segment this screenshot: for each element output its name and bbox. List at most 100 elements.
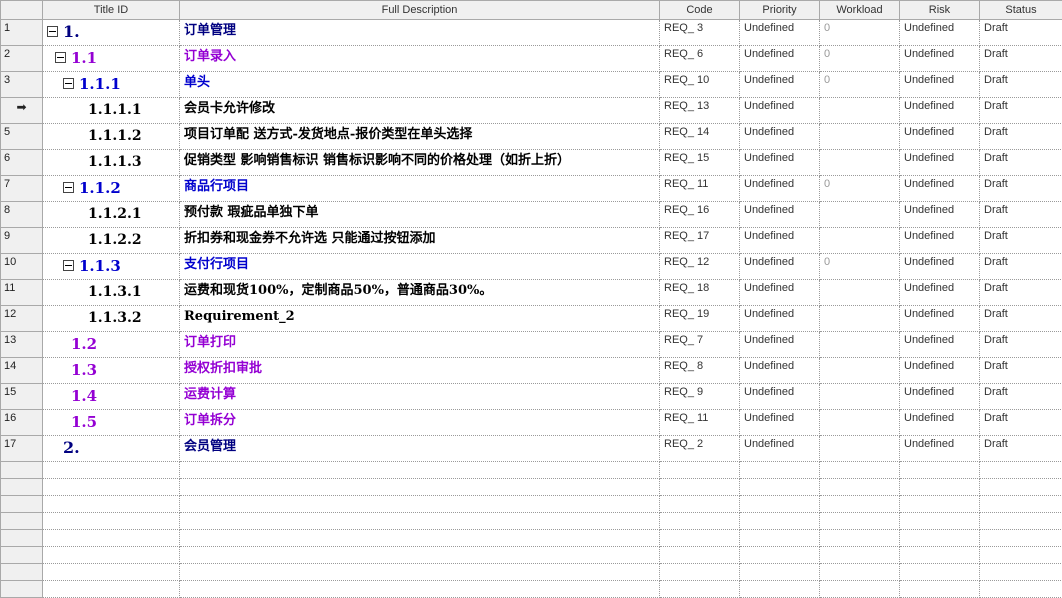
priority-cell[interactable]: Undefined xyxy=(740,228,820,254)
status-cell[interactable]: Draft xyxy=(980,98,1062,124)
row-number[interactable]: 13 xyxy=(1,332,43,358)
description-cell[interactable]: 订单打印 xyxy=(180,332,660,358)
title-id-cell[interactable]: 1.1 xyxy=(43,46,180,72)
code-cell[interactable]: REQ_ 18 xyxy=(660,280,740,306)
code-cell[interactable] xyxy=(660,581,740,598)
priority-cell[interactable]: Undefined xyxy=(740,98,820,124)
table-row[interactable]: 11.订单管理REQ_ 3Undefined0UndefinedDraft xyxy=(1,20,1062,46)
workload-cell[interactable] xyxy=(820,547,900,564)
workload-cell[interactable] xyxy=(820,496,900,513)
workload-cell[interactable] xyxy=(820,581,900,598)
title-id-header[interactable]: Title ID xyxy=(43,1,180,20)
description-cell[interactable] xyxy=(180,496,660,513)
description-cell[interactable]: Requirement_2 xyxy=(180,306,660,332)
title-id-cell[interactable]: 1. xyxy=(43,20,180,46)
title-id-cell[interactable]: 1.1.1 xyxy=(43,72,180,98)
title-id-cell[interactable] xyxy=(43,547,180,564)
risk-cell[interactable]: Undefined xyxy=(900,98,980,124)
status-cell[interactable]: Draft xyxy=(980,124,1062,150)
workload-cell[interactable] xyxy=(820,530,900,547)
status-cell[interactable]: Draft xyxy=(980,358,1062,384)
workload-cell[interactable]: 0 xyxy=(820,20,900,46)
table-row[interactable]: 51.1.1.2项目订单配 送方式-发货地点-报价类型在单头选择REQ_ 14U… xyxy=(1,124,1062,150)
code-cell[interactable] xyxy=(660,564,740,581)
title-id-cell[interactable] xyxy=(43,513,180,530)
priority-cell[interactable]: Undefined xyxy=(740,306,820,332)
code-cell[interactable]: REQ_ 2 xyxy=(660,436,740,462)
title-id-cell[interactable]: 1.1.2.1 xyxy=(43,202,180,228)
priority-cell[interactable]: Undefined xyxy=(740,46,820,72)
code-cell[interactable] xyxy=(660,513,740,530)
empty-row[interactable] xyxy=(1,479,1062,496)
description-cell[interactable]: 订单录入 xyxy=(180,46,660,72)
description-cell[interactable]: 运费计算 xyxy=(180,384,660,410)
row-number[interactable] xyxy=(1,513,43,530)
table-row[interactable]: 91.1.2.2折扣券和现金券不允许选 只能通过按钮添加REQ_ 17Undef… xyxy=(1,228,1062,254)
workload-cell[interactable] xyxy=(820,410,900,436)
description-cell[interactable] xyxy=(180,513,660,530)
priority-cell[interactable] xyxy=(740,479,820,496)
risk-cell[interactable]: Undefined xyxy=(900,436,980,462)
table-row[interactable]: 111.1.3.1运费和现货100%，定制商品50%，普通商品30%。REQ_ … xyxy=(1,280,1062,306)
workload-cell[interactable] xyxy=(820,436,900,462)
row-number[interactable]: 3 xyxy=(1,72,43,98)
description-cell[interactable] xyxy=(180,547,660,564)
description-cell[interactable]: 订单拆分 xyxy=(180,410,660,436)
status-cell[interactable] xyxy=(980,581,1062,598)
status-cell[interactable]: Draft xyxy=(980,228,1062,254)
risk-cell[interactable]: Undefined xyxy=(900,332,980,358)
code-cell[interactable]: REQ_ 11 xyxy=(660,176,740,202)
status-cell[interactable]: Draft xyxy=(980,254,1062,280)
risk-cell[interactable] xyxy=(900,564,980,581)
priority-cell[interactable]: Undefined xyxy=(740,176,820,202)
empty-row[interactable] xyxy=(1,530,1062,547)
priority-cell[interactable] xyxy=(740,530,820,547)
description-cell[interactable]: 折扣券和现金券不允许选 只能通过按钮添加 xyxy=(180,228,660,254)
risk-cell[interactable]: Undefined xyxy=(900,202,980,228)
description-cell[interactable]: 项目订单配 送方式-发货地点-报价类型在单头选择 xyxy=(180,124,660,150)
row-number[interactable]: 17 xyxy=(1,436,43,462)
description-cell[interactable] xyxy=(180,581,660,598)
title-id-cell[interactable] xyxy=(43,564,180,581)
risk-cell[interactable]: Undefined xyxy=(900,124,980,150)
collapse-toggle-icon[interactable] xyxy=(63,182,74,193)
title-id-cell[interactable]: 1.1.3.2 xyxy=(43,306,180,332)
priority-cell[interactable]: Undefined xyxy=(740,358,820,384)
row-number[interactable]: 9 xyxy=(1,228,43,254)
risk-cell[interactable]: Undefined xyxy=(900,254,980,280)
risk-cell[interactable] xyxy=(900,547,980,564)
code-cell[interactable]: REQ_ 6 xyxy=(660,46,740,72)
table-row[interactable]: 101.1.3支付行项目REQ_ 12Undefined0UndefinedDr… xyxy=(1,254,1062,280)
workload-cell[interactable] xyxy=(820,564,900,581)
empty-row[interactable] xyxy=(1,496,1062,513)
workload-cell[interactable] xyxy=(820,332,900,358)
code-header[interactable]: Code xyxy=(660,1,740,20)
code-cell[interactable] xyxy=(660,479,740,496)
code-cell[interactable]: REQ_ 7 xyxy=(660,332,740,358)
priority-cell[interactable] xyxy=(740,581,820,598)
risk-cell[interactable] xyxy=(900,513,980,530)
code-cell[interactable]: REQ_ 15 xyxy=(660,150,740,176)
description-cell[interactable] xyxy=(180,479,660,496)
row-number[interactable]: 12 xyxy=(1,306,43,332)
code-cell[interactable]: REQ_ 11 xyxy=(660,410,740,436)
code-cell[interactable]: REQ_ 10 xyxy=(660,72,740,98)
empty-row[interactable] xyxy=(1,564,1062,581)
code-cell[interactable] xyxy=(660,496,740,513)
workload-cell[interactable]: 0 xyxy=(820,46,900,72)
risk-cell[interactable] xyxy=(900,581,980,598)
title-id-cell[interactable]: 1.1.3 xyxy=(43,254,180,280)
priority-cell[interactable]: Undefined xyxy=(740,124,820,150)
title-id-cell[interactable]: 1.1.1.1 xyxy=(43,98,180,124)
priority-cell[interactable]: Undefined xyxy=(740,436,820,462)
table-row[interactable]: ➡1.1.1.1会员卡允许修改REQ_ 13UndefinedUndefined… xyxy=(1,98,1062,124)
row-number[interactable] xyxy=(1,581,43,598)
risk-cell[interactable] xyxy=(900,462,980,479)
table-row[interactable]: 172.会员管理REQ_ 2UndefinedUndefinedDraft xyxy=(1,436,1062,462)
description-cell[interactable]: 促销类型 影响销售标识 销售标识影响不同的价格处理（如折上折） xyxy=(180,150,660,176)
table-row[interactable]: 81.1.2.1预付款 瑕疵品单独下单REQ_ 16UndefinedUndef… xyxy=(1,202,1062,228)
risk-cell[interactable]: Undefined xyxy=(900,176,980,202)
collapse-toggle-icon[interactable] xyxy=(55,52,66,63)
code-cell[interactable]: REQ_ 3 xyxy=(660,20,740,46)
code-cell[interactable] xyxy=(660,462,740,479)
